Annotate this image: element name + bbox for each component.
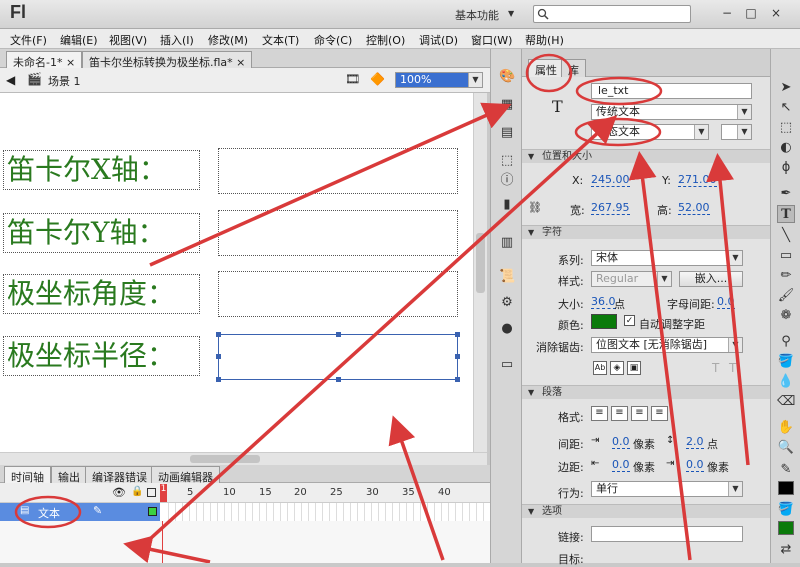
annotation-ring [574, 117, 662, 147]
annotation-ring [525, 53, 573, 93]
annotation-arrow [706, 153, 750, 466]
annotation-arrow [388, 415, 445, 561]
annotation-overlay [14, 53, 750, 563]
annotation-arrow [628, 151, 692, 561]
annotation-arrow [123, 535, 211, 563]
annotation-arrow [138, 115, 618, 550]
annotation-ring [575, 76, 663, 106]
annotation-ring [14, 495, 82, 529]
annotation-arrow [149, 102, 512, 267]
